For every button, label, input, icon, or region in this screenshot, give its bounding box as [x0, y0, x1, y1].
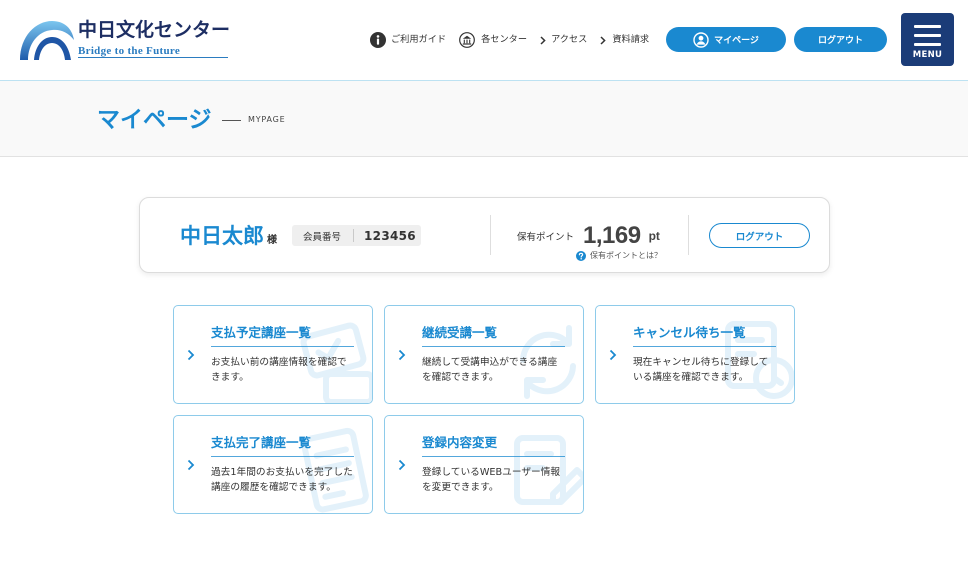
- points-unit: pt: [648, 229, 660, 243]
- page-title-band: マイページ MYPAGE: [0, 81, 968, 157]
- chevron-right-icon: [540, 35, 546, 45]
- nav-item-label: アクセス: [551, 34, 588, 45]
- hamburger-bar: [914, 25, 941, 28]
- user-icon: [693, 31, 709, 48]
- divider: [353, 229, 355, 242]
- menu-card-edit-profile[interactable]: 登録内容変更 登録しているWEBユーザー情報を変更できます。: [384, 415, 584, 514]
- member-number-value: 123456: [364, 228, 416, 243]
- chevron-right-icon: [187, 349, 195, 361]
- member-number-badge: 会員番号 123456: [292, 225, 421, 246]
- title-dash: [222, 120, 241, 121]
- chevron-right-icon: [398, 459, 406, 471]
- divider: [688, 215, 689, 255]
- menu-card-title: 登録内容変更: [422, 435, 498, 450]
- nav-item-label: ご利用ガイド: [391, 34, 447, 45]
- menu-card-title: キャンセル待ち一覧: [633, 325, 746, 340]
- menu-card-description: 登録しているWEBユーザー情報を変更できます。: [422, 467, 561, 493]
- member-number-label: 会員番号: [303, 231, 342, 243]
- menu-card-title: 継続受講一覧: [422, 325, 498, 340]
- nav-item-guide[interactable]: ご利用ガイド: [370, 32, 446, 48]
- menu-card-title: 支払完了講座一覧: [211, 435, 312, 450]
- logo-title: 中日文化センター: [78, 19, 231, 41]
- mypage-button[interactable]: マイページ: [666, 27, 786, 52]
- logout-button-label: ログアウト: [817, 36, 863, 46]
- logo-text: 中日文化センター Bridge to the Future: [78, 18, 230, 58]
- menu-button-label: MENU: [912, 50, 943, 60]
- chevron-right-icon: [600, 35, 607, 45]
- menu-card-description: 継続して受講申込ができる講座を確認できます。: [422, 357, 558, 383]
- hamburger-bar: [914, 43, 941, 46]
- member-honorific: 様: [267, 235, 277, 246]
- points-help-text: 保有ポイントとは？: [590, 251, 662, 260]
- menu-card-waitlist[interactable]: キャンセル待ち一覧 現在キャンセル待ちに登録している講座を確認できます。: [595, 305, 795, 404]
- menu-card-renewal[interactable]: 継続受講一覧 継続して受講申込ができる講座を確認できます。: [384, 305, 584, 404]
- menu-card-title: 支払予定講座一覧: [211, 325, 312, 340]
- divider: [490, 215, 491, 255]
- member-info-card: 中日太郎 様 会員番号 123456 保有ポイント 1,169 pt 保有ポイン…: [139, 197, 830, 273]
- site-logo[interactable]: 中日文化センター Bridge to the Future: [18, 18, 230, 60]
- title-underline: [422, 456, 565, 457]
- question-icon: [576, 251, 586, 261]
- nav-item-brochure[interactable]: 資料請求: [600, 32, 649, 48]
- site-header: 中日文化センター Bridge to the Future ご利用ガイド 各セン…: [0, 0, 968, 81]
- menu-card-description: 過去1年間のお支払いを完了した講座の履歴を確認できます。: [211, 467, 353, 493]
- nav-item-label: 資料請求: [612, 34, 650, 45]
- menu-card-payment-due[interactable]: 支払予定講座一覧 お支払い前の講座情報を確認できます。: [173, 305, 373, 404]
- chevron-right-icon: [398, 349, 406, 361]
- member-name-block: 中日太郎 様: [180, 222, 277, 250]
- chevron-right-icon: [609, 349, 617, 361]
- chevron-right-icon: [187, 459, 195, 471]
- points-help-link[interactable]: 保有ポイントとは？: [576, 251, 662, 261]
- title-underline: [211, 346, 354, 347]
- page-title: マイページ: [97, 107, 212, 133]
- title-underline: [633, 346, 776, 347]
- points-summary: 保有ポイント 1,169 pt: [517, 222, 660, 250]
- header-logout-button[interactable]: ログアウト: [794, 27, 887, 52]
- top-nav: ご利用ガイド 各センター アクセス 資料請求: [370, 32, 662, 48]
- mypage-button-label: マイページ: [714, 36, 759, 46]
- building-icon: [459, 32, 476, 48]
- nav-item-access[interactable]: アクセス: [540, 32, 587, 48]
- points-value: 1,169: [583, 222, 641, 249]
- title-underline: [422, 346, 565, 347]
- hamburger-bar: [914, 34, 941, 37]
- page-subtitle: MYPAGE: [248, 115, 286, 124]
- logout-button-label: ログアウト: [735, 231, 784, 243]
- points-label: 保有ポイント: [517, 232, 575, 243]
- title-underline: [211, 456, 354, 457]
- menu-card-description: お支払い前の講座情報を確認できます。: [211, 357, 347, 383]
- member-name: 中日太郎: [180, 224, 264, 248]
- nav-item-label: 各センター: [481, 34, 528, 45]
- logo-arch-icon: [20, 21, 74, 60]
- menu-card-description: 現在キャンセル待ちに登録している講座を確認できます。: [633, 357, 769, 383]
- member-logout-button[interactable]: ログアウト: [709, 223, 810, 248]
- hamburger-icon: [914, 25, 941, 46]
- info-icon: [370, 32, 386, 48]
- logo-tagline: Bridge to the Future: [78, 45, 228, 58]
- menu-button[interactable]: MENU: [901, 13, 954, 66]
- menu-card-payment-history[interactable]: 支払完了講座一覧 過去1年間のお支払いを完了した講座の履歴を確認できます。: [173, 415, 373, 514]
- nav-item-centers[interactable]: 各センター: [459, 32, 527, 48]
